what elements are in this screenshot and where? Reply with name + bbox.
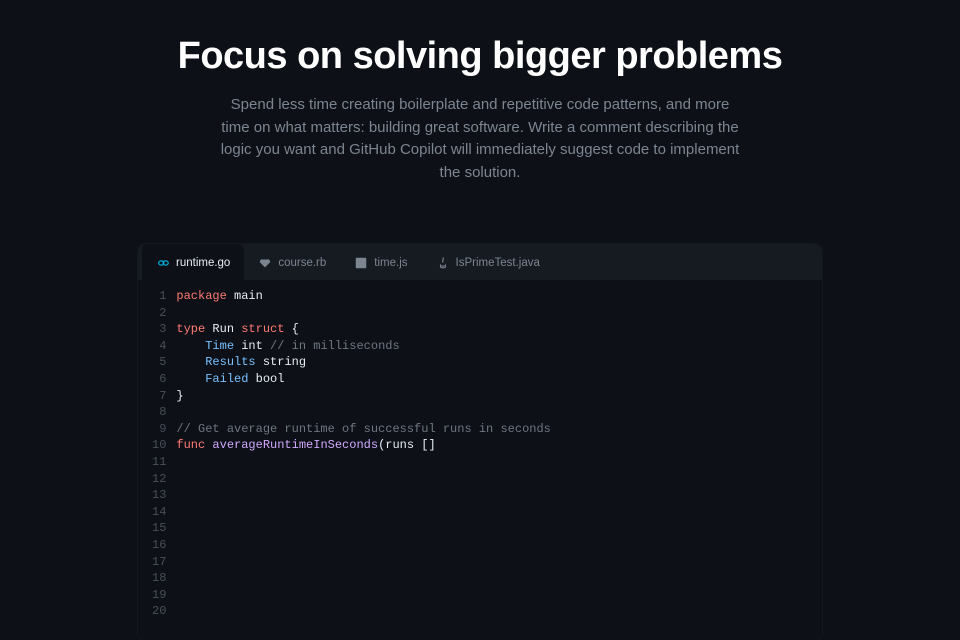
code-line xyxy=(176,587,806,604)
code-editor: runtime.go course.rb time.js IsPrimeTest.ja… xyxy=(138,244,822,640)
line-number: 13 xyxy=(152,487,166,504)
code-line xyxy=(176,305,806,322)
code-line xyxy=(176,404,806,421)
line-number: 12 xyxy=(152,471,166,488)
line-number: 6 xyxy=(152,371,166,388)
tab-label: runtime.go xyxy=(176,257,230,269)
line-number: 7 xyxy=(152,388,166,405)
code-line: Time int // in milliseconds xyxy=(176,338,806,355)
line-number: 10 xyxy=(152,437,166,454)
line-number: 11 xyxy=(152,454,166,471)
java-icon xyxy=(436,256,450,270)
tab-label: time.js xyxy=(374,257,407,269)
tab-label: IsPrimeTest.java xyxy=(456,257,540,269)
code-content: package main type Run struct { Time int … xyxy=(176,288,822,620)
line-number: 18 xyxy=(152,570,166,587)
code-line: } xyxy=(176,388,806,405)
line-number: 9 xyxy=(152,421,166,438)
tab-course-rb[interactable]: course.rb xyxy=(244,244,340,280)
line-number: 3 xyxy=(152,321,166,338)
code-line: Results string xyxy=(176,354,806,371)
line-number: 8 xyxy=(152,404,166,421)
line-number: 2 xyxy=(152,305,166,322)
go-icon xyxy=(156,256,170,270)
code-line: Failed bool xyxy=(176,371,806,388)
line-number: 1 xyxy=(152,288,166,305)
line-number: 20 xyxy=(152,603,166,620)
code-line: // Get average runtime of successful run… xyxy=(176,421,806,438)
line-number: 16 xyxy=(152,537,166,554)
code-line xyxy=(176,504,806,521)
line-number: 4 xyxy=(152,338,166,355)
tab-runtime-go[interactable]: runtime.go xyxy=(142,244,244,280)
code-line xyxy=(176,454,806,471)
line-number: 14 xyxy=(152,504,166,521)
code-line xyxy=(176,603,806,620)
line-number: 17 xyxy=(152,554,166,571)
code-line xyxy=(176,487,806,504)
code-line xyxy=(176,554,806,571)
tab-label: course.rb xyxy=(278,257,326,269)
tab-time-js[interactable]: time.js xyxy=(340,244,421,280)
code-area: 1234567891011121314151617181920 package … xyxy=(138,280,822,640)
ruby-icon xyxy=(258,256,272,270)
code-line: func averageRuntimeInSeconds(runs [] xyxy=(176,437,806,454)
editor-tabbar: runtime.go course.rb time.js IsPrimeTest.ja… xyxy=(138,244,822,280)
code-line xyxy=(176,471,806,488)
page-subheading: Spend less time creating boilerplate and… xyxy=(220,94,740,184)
code-line xyxy=(176,570,806,587)
code-line: package main xyxy=(176,288,806,305)
code-line xyxy=(176,537,806,554)
line-number: 15 xyxy=(152,520,166,537)
code-line: type Run struct { xyxy=(176,321,806,338)
page-heading: Focus on solving bigger problems xyxy=(0,35,960,78)
line-number: 5 xyxy=(152,354,166,371)
line-number-gutter: 1234567891011121314151617181920 xyxy=(138,288,176,620)
js-icon xyxy=(354,256,368,270)
code-line xyxy=(176,520,806,537)
tab-isprimetest-java[interactable]: IsPrimeTest.java xyxy=(422,244,554,280)
line-number: 19 xyxy=(152,587,166,604)
